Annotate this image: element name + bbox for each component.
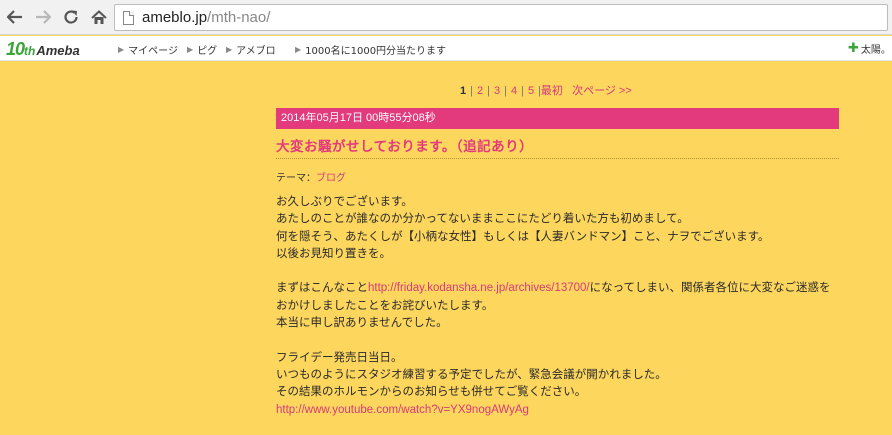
home-icon[interactable] [88, 6, 110, 28]
body-line: まずはこんなことhttp://friday.kodansha.ne.jp/arc… [276, 280, 831, 295]
friday-article-link[interactable]: http://friday.kodansha.ne.jp/archives/13… [368, 282, 590, 294]
forward-icon[interactable] [32, 6, 54, 28]
address-bar[interactable]: ameblo.jp/mth-nao/ [114, 4, 888, 31]
pagination: 1 | 2 | 3 | 4 | 5 |最初 次ページ >> [460, 85, 632, 97]
menu-pigg[interactable]: ▶ ピグ [187, 42, 217, 57]
arrow-right-icon: ▶ [295, 45, 302, 54]
url-path: /mth-nao/ [207, 9, 271, 26]
reload-icon[interactable] [60, 6, 82, 28]
page-link-5[interactable]: 5 [528, 85, 534, 97]
body-line: おかけしましたことをお詫びいたします。 [276, 297, 494, 312]
page-link-next[interactable]: 次ページ >> [572, 85, 632, 97]
entry-title[interactable]: 大変お騒がせしております。（追記あり） [276, 135, 533, 155]
page-link-3[interactable]: 3 [494, 85, 500, 97]
user-menu[interactable]: ✚ 太陽。 [848, 41, 891, 56]
body-line: いつものようにスタジオ練習する予定でしたが、緊急会議が開かれました。 [276, 366, 667, 381]
plus-icon: ✚ [848, 41, 859, 56]
page-current: 1 [460, 85, 467, 97]
theme-link[interactable]: ブログ [316, 173, 346, 184]
page-icon [123, 10, 134, 25]
page-link-2[interactable]: 2 [477, 85, 483, 97]
body-line: その結果のホルモンからのお知らせも併せてご覧ください。 [276, 384, 587, 399]
body-line: http://www.youtube.com/watch?v=YX9nogAWy… [276, 401, 856, 418]
body-line: 以後お見知り置きを。 [276, 245, 391, 260]
menu-campaign[interactable]: ▶ 1000名に1000円分当たります [295, 42, 446, 57]
arrow-right-icon: ▶ [187, 45, 194, 54]
youtube-link[interactable]: http://www.youtube.com/watch?v=YX9nogAWy… [276, 404, 529, 416]
browser-toolbar: ameblo.jp/mth-nao/ [0, 0, 892, 35]
body-line: あたしのことが誰なのか分かってないままここにたどり着いた方も初めまして。 [276, 211, 689, 226]
menu-mypage[interactable]: ▶ マイページ [118, 42, 178, 57]
menu-ameblo[interactable]: ▶ アメブロ [226, 42, 276, 57]
url-domain: ameblo.jp [142, 9, 208, 26]
body-line: フライデー発売日当日。 [276, 349, 403, 364]
ameba-header-bar: 10th Ameba ▶ マイページ ▶ ピグ ▶ アメブロ ▶ 1000名に1000円分… [0, 36, 892, 61]
arrow-right-icon: ▶ [226, 45, 233, 54]
page-link-4[interactable]: 4 [511, 85, 517, 97]
body-line: 本当に申し訳ありませんでした。 [276, 315, 448, 330]
back-icon[interactable] [4, 6, 26, 28]
title-divider [276, 158, 839, 159]
body-line: 何を隠そう、あたくしが【小柄な女性】もしくは【人妻バンドマン】こと、ナヲでござい… [276, 228, 770, 243]
entry-date: 2014年05月17日 00時55分08秒 [276, 108, 839, 129]
entry-theme: テーマ：ブログ [276, 173, 346, 184]
body-line: お久しぶりでございます。 [276, 194, 413, 208]
ameba-10th-logo[interactable]: 10th Ameba [6, 39, 80, 59]
arrow-right-icon: ▶ [118, 45, 125, 54]
page-link-first[interactable]: 最初 [541, 85, 563, 97]
entry-body: お久しぶりでございます。 あたしのことが誰なのか分かってないままここにたどり着い… [276, 193, 856, 418]
